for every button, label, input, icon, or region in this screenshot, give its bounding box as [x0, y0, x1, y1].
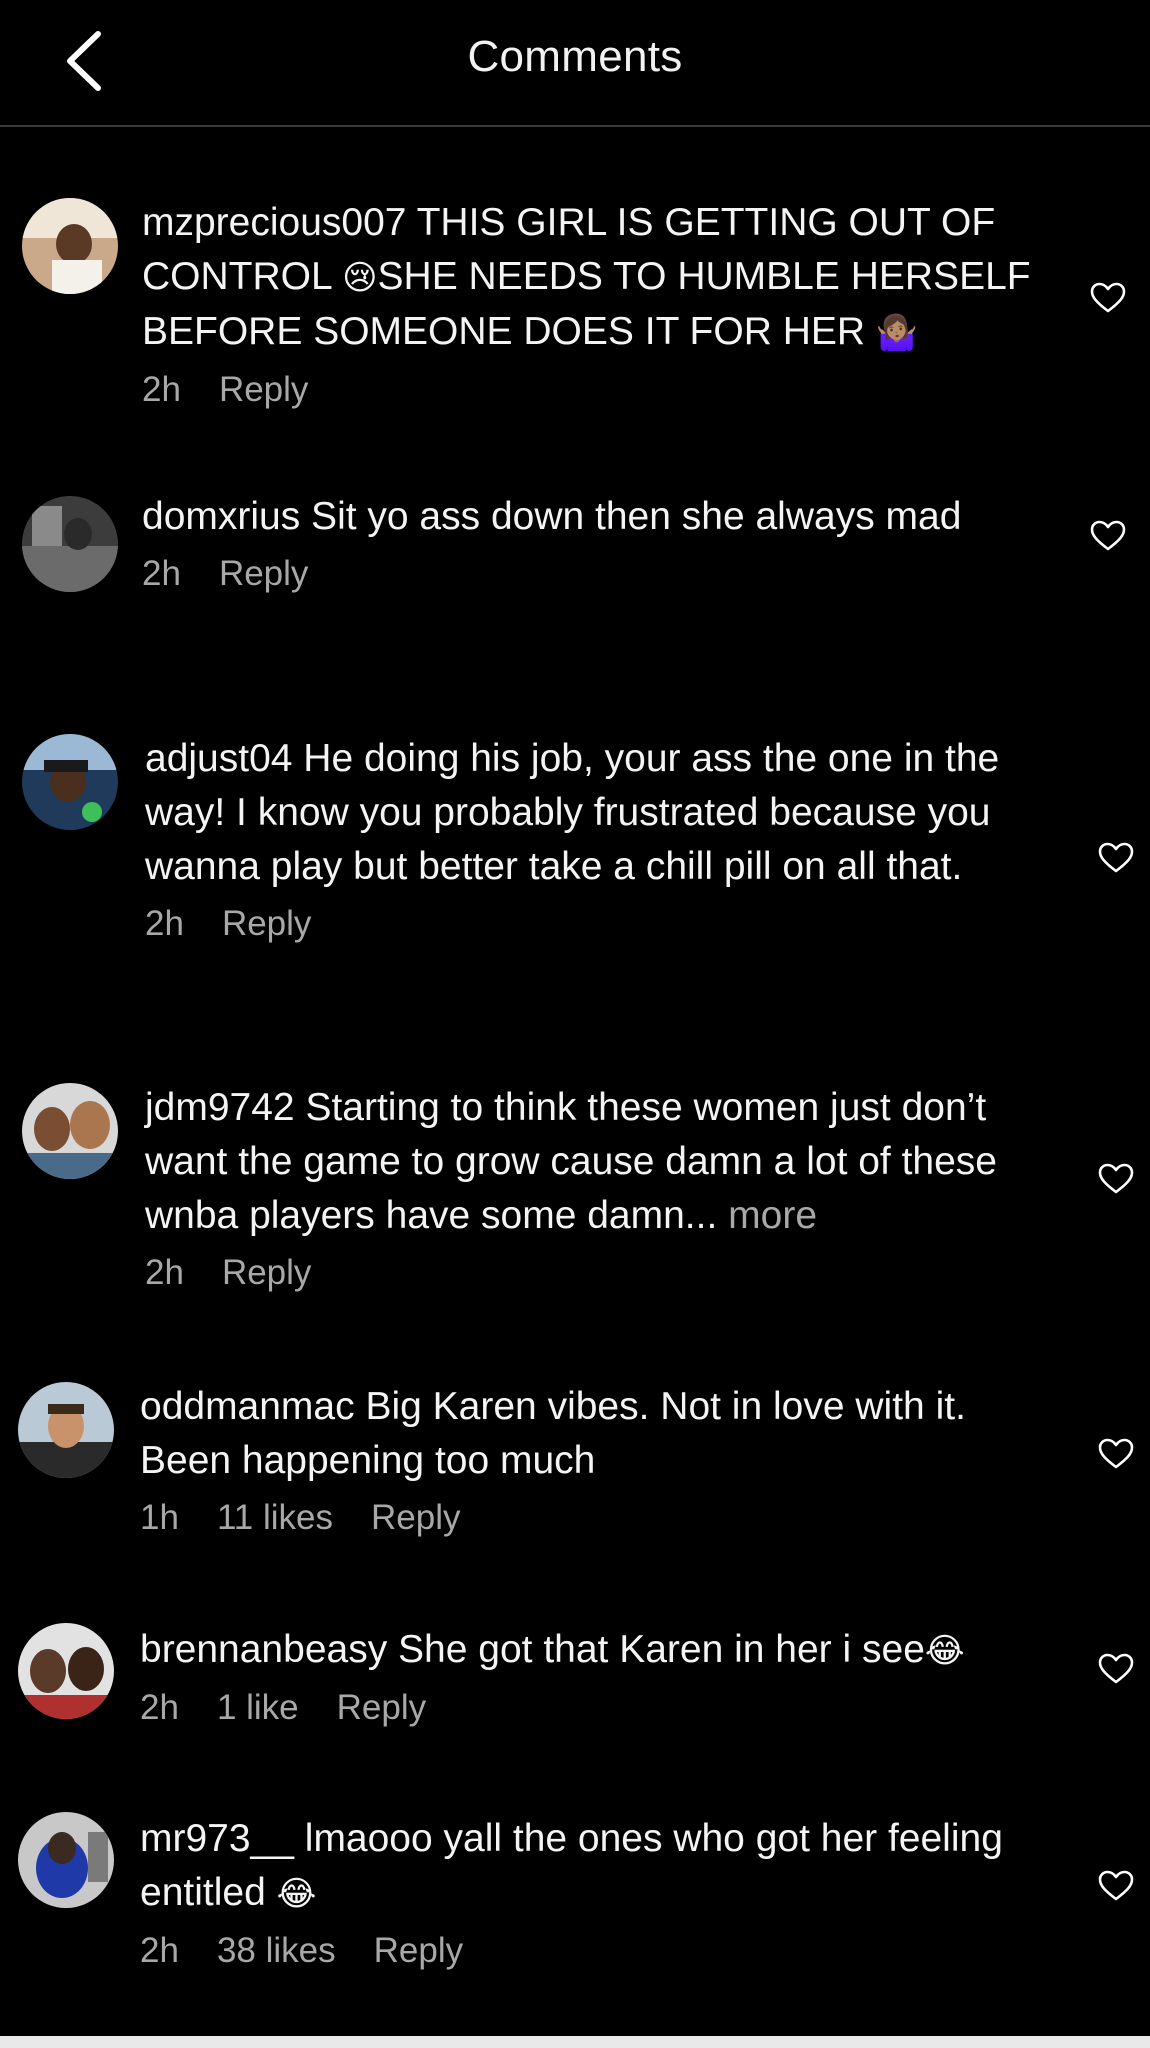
avatar[interactable] [22, 734, 118, 830]
comment-text: mr973__ lmaooo yall the ones who got her… [140, 1812, 1060, 1921]
heart-outline-icon[interactable] [1090, 520, 1126, 552]
comment-text: adjust04 He doing his job, your ass the … [145, 732, 1065, 894]
comment-body: adjust04 He doing his job, your ass the … [145, 732, 1065, 944]
comment-text-part: Sit yo ass down then she always mad [300, 495, 962, 538]
comment-body: mr973__ lmaooo yall the ones who got her… [140, 1812, 1060, 1971]
timestamp: 2h [142, 554, 181, 593]
comment-text: domxrius Sit yo ass down then she always… [142, 490, 1062, 544]
heart-outline-icon[interactable] [1090, 282, 1126, 314]
comment-meta: 2h Reply [145, 904, 1065, 944]
comment-body: brennanbeasy She got that Karen in her i… [140, 1623, 1060, 1728]
heart-outline-icon[interactable] [1098, 1870, 1134, 1902]
reply-button[interactable]: Reply [337, 1688, 426, 1728]
heart-outline-icon[interactable] [1098, 1653, 1134, 1685]
reply-button[interactable]: Reply [374, 1931, 463, 1971]
comment-text: brennanbeasy She got that Karen in her i… [140, 1623, 1060, 1678]
reply-button[interactable]: Reply [371, 1498, 460, 1538]
comment-text: mzprecious007 THIS GIRL IS GETTING OUT O… [142, 196, 1062, 360]
comment-meta: 2h Reply [142, 554, 1062, 594]
bottom-divider [0, 2036, 1150, 2048]
comment-meta: 2h 38 likes Reply [140, 1931, 1060, 1971]
username-link[interactable]: mzprecious007 [142, 201, 406, 244]
avatar[interactable] [22, 1083, 118, 1179]
comment-meta: 2h 1 like Reply [140, 1688, 1060, 1728]
timestamp: 2h [145, 904, 184, 943]
shrug-emoji: 🤷🏽‍♀️ [875, 313, 919, 353]
timestamp: 2h [140, 1688, 179, 1727]
timestamp: 2h [145, 1253, 184, 1292]
sad-emoji: 😢 [342, 258, 378, 298]
reply-button[interactable]: Reply [219, 554, 308, 594]
reply-button[interactable]: Reply [222, 1253, 311, 1293]
comment-body: oddmanmac Big Karen vibes. Not in love w… [140, 1380, 1060, 1538]
timestamp: 2h [142, 370, 181, 409]
comment-text: oddmanmac Big Karen vibes. Not in love w… [140, 1380, 1060, 1488]
avatar[interactable] [18, 1812, 114, 1908]
comment-body: jdm9742 Starting to think these women ju… [145, 1081, 1065, 1293]
username-link[interactable]: adjust04 [145, 737, 292, 780]
heart-outline-icon[interactable] [1098, 1163, 1134, 1195]
comment-meta: 2h Reply [142, 370, 1062, 410]
comment-text: jdm9742 Starting to think these women ju… [145, 1081, 1065, 1243]
username-link[interactable]: jdm9742 [145, 1086, 295, 1129]
reply-button[interactable]: Reply [222, 904, 311, 944]
header-bar: Comments [0, 0, 1150, 127]
more-link[interactable]: more [717, 1194, 817, 1237]
username-link[interactable]: domxrius [142, 495, 300, 538]
timestamp: 1h [140, 1498, 179, 1537]
comment-body: domxrius Sit yo ass down then she always… [142, 490, 1062, 594]
comment-body: mzprecious007 THIS GIRL IS GETTING OUT O… [142, 196, 1062, 410]
timestamp: 2h [140, 1931, 179, 1970]
comment-text-part: She got that Karen in her i see [387, 1628, 925, 1671]
username-link[interactable]: oddmanmac [140, 1385, 355, 1428]
comment-meta: 1h 11 likes Reply [140, 1498, 1060, 1538]
likes-count[interactable]: 11 likes [217, 1498, 333, 1538]
heart-outline-icon[interactable] [1098, 1438, 1134, 1470]
laughing-emoji: 😂 [924, 1631, 965, 1671]
likes-count[interactable]: 38 likes [217, 1931, 336, 1971]
heart-outline-icon[interactable] [1098, 842, 1134, 874]
avatar[interactable] [18, 1382, 114, 1478]
username-link[interactable]: brennanbeasy [140, 1628, 387, 1671]
avatar[interactable] [18, 1623, 114, 1719]
avatar[interactable] [22, 198, 118, 294]
laughing-emoji: 😂 [276, 1874, 317, 1914]
username-link[interactable]: mr973__ [140, 1817, 294, 1860]
avatar[interactable] [22, 496, 118, 592]
likes-count[interactable]: 1 like [217, 1688, 299, 1728]
page-title: Comments [467, 32, 683, 81]
reply-button[interactable]: Reply [219, 370, 308, 410]
comment-meta: 2h Reply [145, 1253, 1065, 1293]
